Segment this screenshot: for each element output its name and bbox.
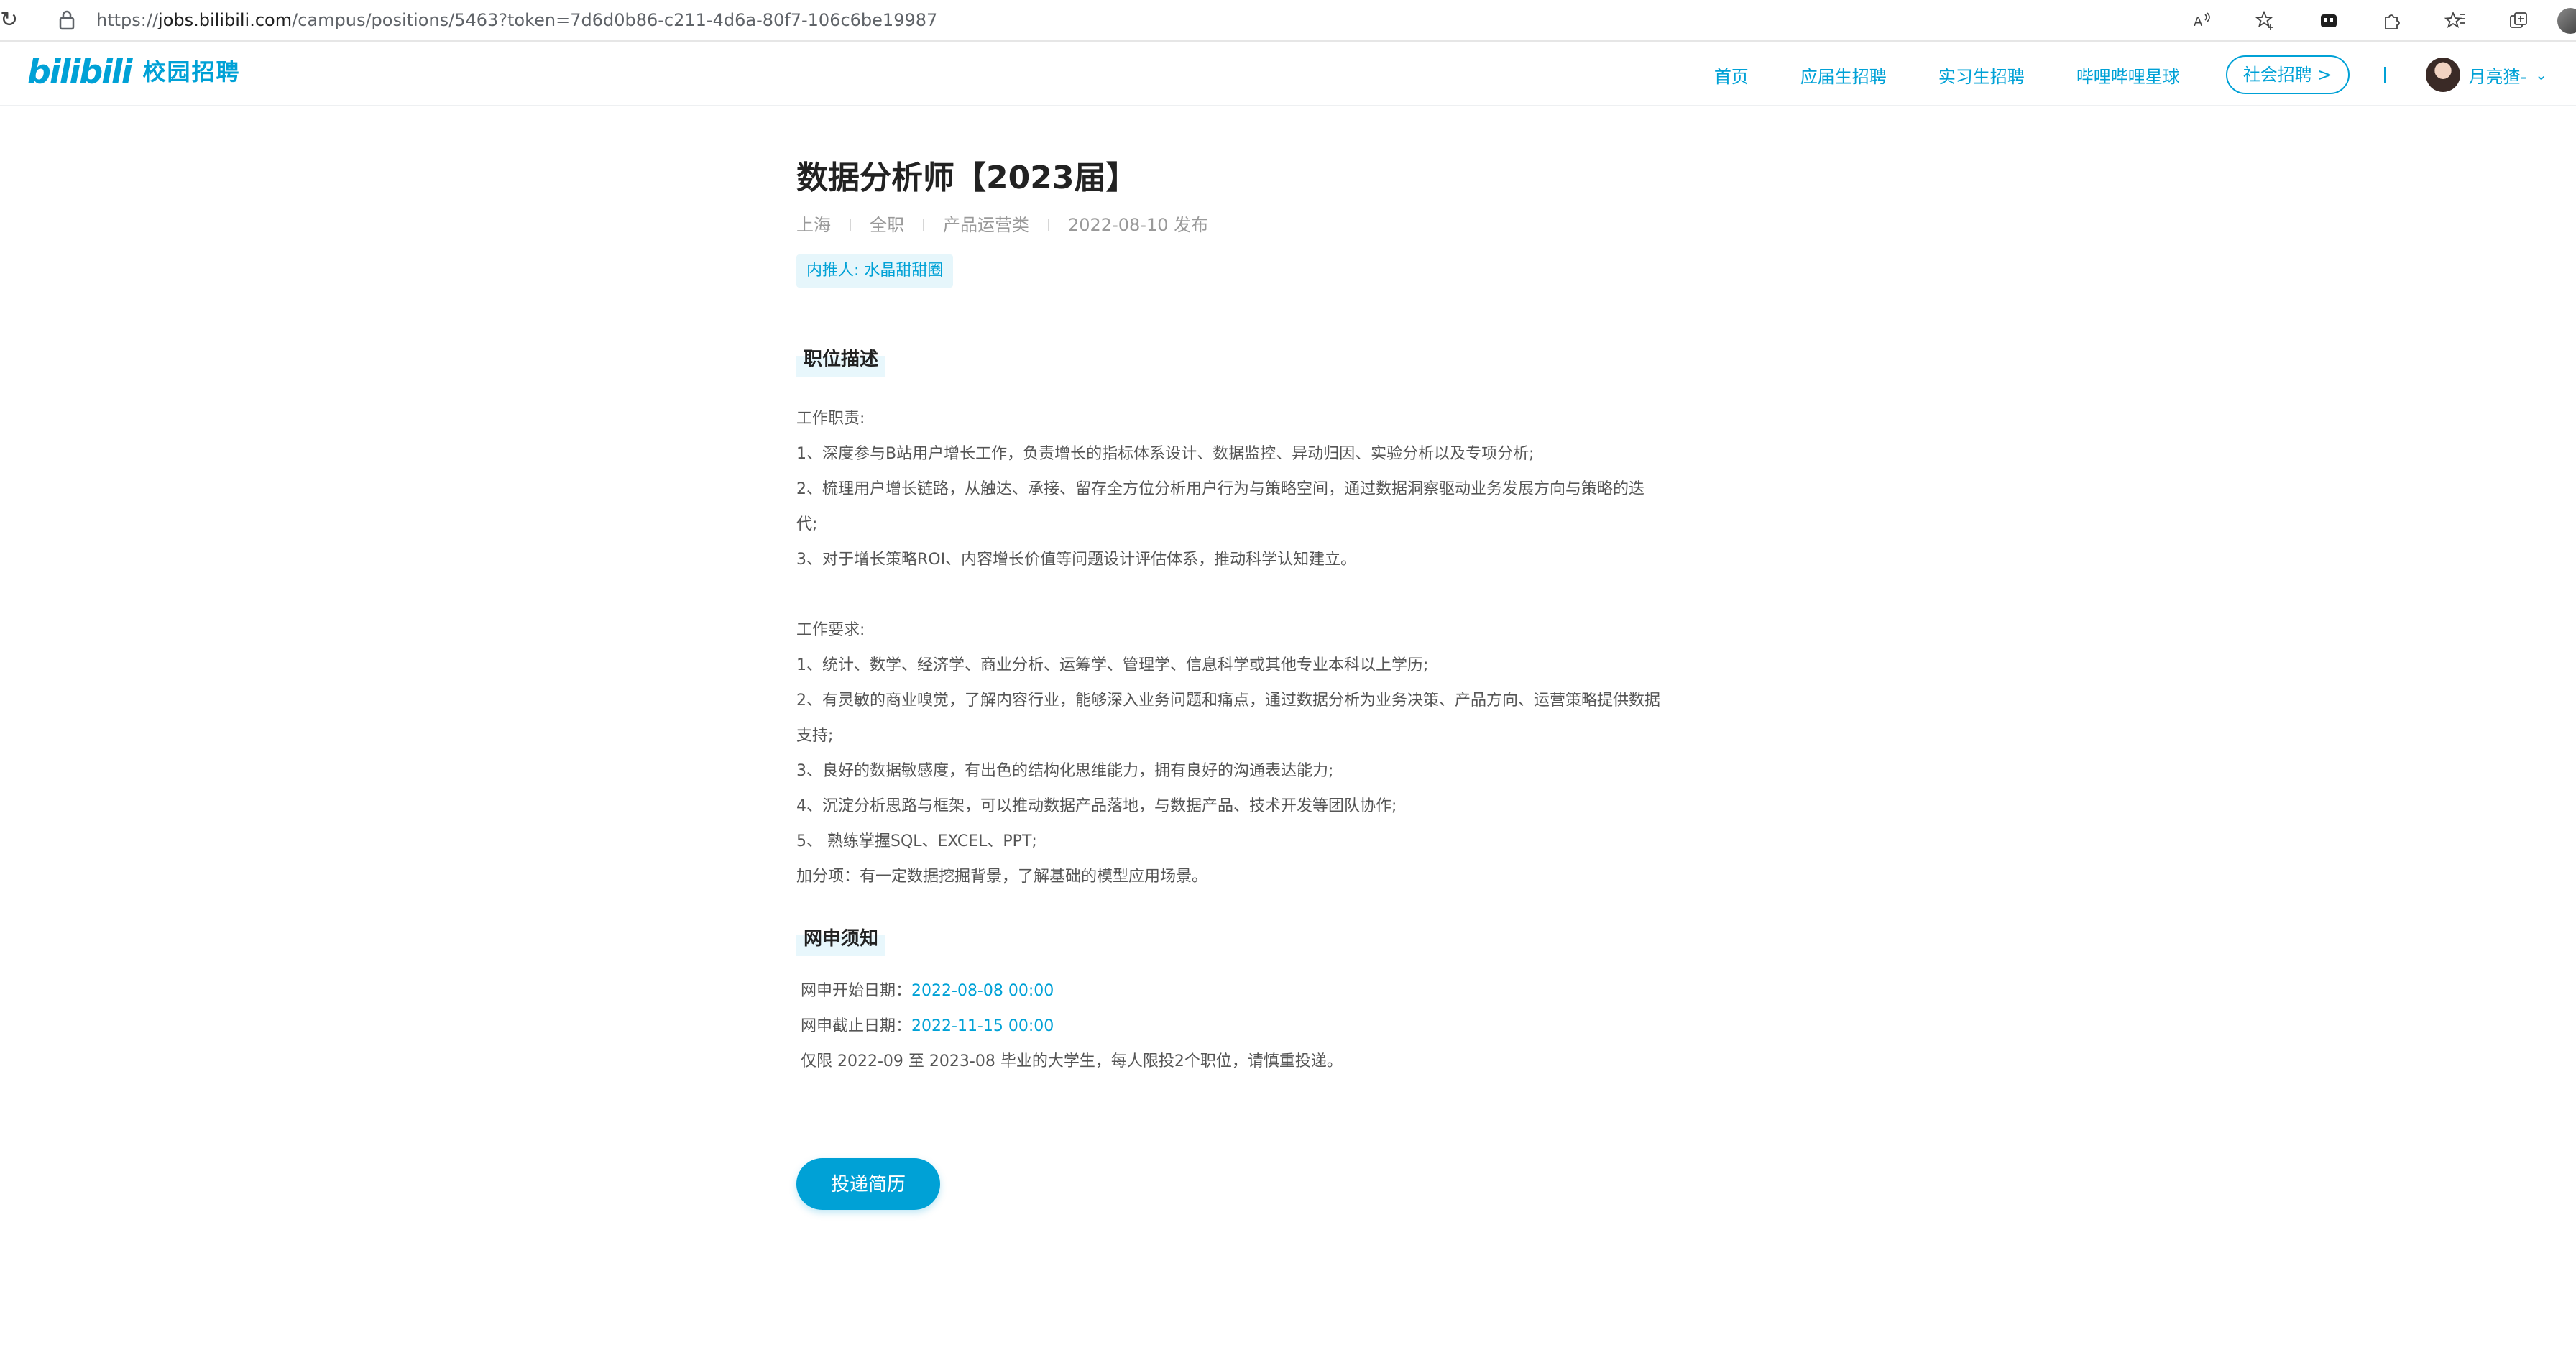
- extension-icon[interactable]: [2316, 8, 2342, 34]
- description-line: 5、 熟练掌握SQL、EXCEL、PPT;: [796, 832, 1037, 850]
- description-line: 支持;: [796, 727, 834, 745]
- nav-graduate-recruit[interactable]: 应届生招聘: [1800, 63, 1887, 88]
- url-host: jobs.bilibili.com: [158, 10, 293, 30]
- description-line: 3、对于增长策略ROI、内容增长价值等问题设计评估体系，推动科学认知建立。: [796, 551, 1357, 569]
- svg-text:A: A: [2194, 14, 2203, 29]
- nav-divider: [2383, 67, 2386, 83]
- extensions-puzzle-icon[interactable]: [2379, 8, 2405, 34]
- description-line: 2、梳理用户增长链路，从触达、承接、留存全方位分析用户行为与策略空间，通过数据洞…: [796, 480, 1645, 498]
- notice-end: 网申截止日期：2022-11-15 00:00: [801, 1009, 1788, 1044]
- meta-divider: [1048, 219, 1049, 231]
- nav-bilibili-planet[interactable]: 哔哩哔哩星球: [2076, 63, 2180, 88]
- referrer-badge: 内推人: 水晶甜甜圈: [796, 254, 954, 288]
- end-date-label: 网申截止日期：: [801, 1017, 912, 1035]
- meta-divider: [923, 219, 924, 231]
- favorites-icon[interactable]: [2442, 8, 2468, 34]
- description-line: 4、沉淀分析思路与框架，可以推动数据产品落地，与数据产品、技术开发等团队协作;: [796, 797, 1397, 815]
- description-line: 1、统计、数学、经济学、商业分析、运筹学、管理学、信息科学或其他专业本科以上学历…: [796, 656, 1429, 674]
- url-path: /campus/positions/5463?token=7d6d0b86-c2…: [292, 10, 938, 30]
- job-type: 全职: [870, 215, 904, 235]
- url-prefix: https://: [96, 10, 159, 30]
- notice-title: 网申须知: [796, 922, 886, 956]
- address-bar[interactable]: https://jobs.bilibili.com/campus/positio…: [96, 6, 937, 35]
- notice-rule: 仅限 2022-09 至 2023-08 毕业的大学生，每人限投2个职位，请慎重…: [801, 1052, 1343, 1070]
- job-detail: 数据分析师【2023届】 上海 全职 产品运营类 2022-08-10 发布 内…: [796, 155, 1788, 1210]
- job-meta: 上海 全职 产品运营类 2022-08-10 发布: [796, 213, 1788, 237]
- description-line: 工作职责:: [796, 410, 865, 428]
- bilibili-logo[interactable]: bilibili 校园招聘: [27, 50, 240, 93]
- application-notice: 网申开始日期：2022-08-08 00:00 网申截止日期：2022-11-1…: [796, 973, 1788, 1079]
- nav-intern-recruit[interactable]: 实习生招聘: [1938, 63, 2025, 88]
- job-publish-date: 2022-08-10 发布: [1068, 215, 1209, 235]
- description-line: 1、深度参与B站用户增长工作，负责增长的指标体系设计、数据监控、异动归因、实验分…: [796, 445, 1535, 463]
- description-line: 加分项：有一定数据挖掘背景，了解基础的模型应用场景。: [796, 868, 1208, 886]
- job-location: 上海: [796, 215, 831, 235]
- job-title: 数据分析师【2023届】: [796, 160, 1138, 196]
- collections-icon[interactable]: [2506, 8, 2531, 34]
- user-name: 月亮猹-: [2468, 66, 2527, 87]
- social-recruit-button[interactable]: 社会招聘 >: [2225, 55, 2350, 94]
- description-line: 3、良好的数据敏感度，有出色的结构化思维能力，拥有良好的沟通表达能力;: [796, 762, 1334, 780]
- logo-subtitle: 校园招聘: [142, 58, 241, 86]
- description-line: [796, 577, 1788, 612]
- reload-icon[interactable]: ↻: [0, 7, 18, 33]
- start-date-label: 网申开始日期：: [801, 982, 912, 1000]
- description-title: 职位描述: [796, 342, 886, 377]
- job-category: 产品运营类: [943, 215, 1029, 235]
- favorite-add-icon[interactable]: [2253, 8, 2278, 34]
- nav-home[interactable]: 首页: [1714, 63, 1749, 88]
- site-header: bilibili 校园招聘 首页 应届生招聘 实习生招聘 哔哩哔哩星球 社会招聘…: [0, 43, 2576, 106]
- user-menu[interactable]: 月亮猹- ⌄: [2425, 58, 2547, 92]
- start-date: 2022-08-08 00:00: [911, 982, 1054, 1000]
- user-avatar: [2425, 58, 2460, 92]
- logo-brand: bilibili: [27, 52, 132, 91]
- main-nav: 首页 应届生招聘 实习生招聘 哔哩哔哩星球 社会招聘 > 月亮猹- ⌄: [1714, 43, 2576, 106]
- end-date: 2022-11-15 00:00: [911, 1017, 1054, 1035]
- job-description: 工作职责: 1、深度参与B站用户增长工作，负责增长的指标体系设计、数据监控、异动归…: [796, 401, 1788, 894]
- browser-toolbar: ↻ https://jobs.bilibili.com/campus/posit…: [0, 0, 2576, 42]
- read-aloud-icon[interactable]: A: [2189, 8, 2215, 34]
- meta-divider: [850, 219, 851, 231]
- description-line: 代;: [796, 515, 818, 533]
- lock-icon[interactable]: [58, 9, 76, 31]
- notice-start: 网申开始日期：2022-08-08 00:00: [801, 973, 1788, 1009]
- apply-resume-button[interactable]: 投递简历: [796, 1158, 940, 1210]
- description-line: 工作要求:: [796, 621, 865, 639]
- browser-profile-avatar[interactable]: [2557, 8, 2576, 34]
- description-line: 2、有灵敏的商业嗅觉，了解内容行业，能够深入业务问题和痛点，通过数据分析为业务决…: [796, 692, 1661, 710]
- chevron-down-icon: ⌄: [2535, 66, 2547, 83]
